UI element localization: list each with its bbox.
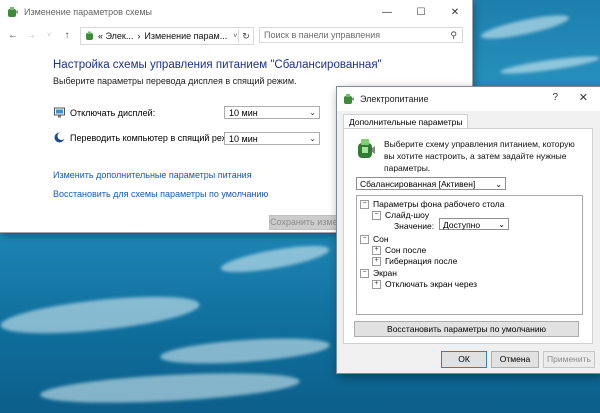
help-button[interactable]: ? <box>552 92 558 103</box>
slideshow-value-select[interactable]: Доступно ⌄ <box>439 218 509 230</box>
back-arrow-icon[interactable]: ← <box>6 30 20 41</box>
close-button[interactable]: ✕ <box>579 91 588 104</box>
wave-foam <box>0 289 202 341</box>
chevron-down-icon: ⌄ <box>495 180 502 189</box>
collapse-icon[interactable]: − <box>360 234 369 244</box>
sleep-value: 10 мин <box>229 133 258 144</box>
expand-icon[interactable]: + <box>372 279 381 289</box>
tree-node-screen[interactable]: − Экран <box>360 268 397 278</box>
save-button[interactable]: Сохранить изменения <box>269 215 342 230</box>
collapse-icon[interactable]: − <box>372 210 381 220</box>
power-options-icon <box>86 31 93 40</box>
dialog-title: Электропитание <box>360 94 429 104</box>
chevron-down-icon: ⌄ <box>309 108 316 117</box>
tab-advanced-settings[interactable]: Дополнительные параметры <box>343 114 469 129</box>
wave-foam <box>219 240 331 278</box>
wave-foam <box>479 10 571 44</box>
monitor-icon <box>54 107 65 118</box>
search-placeholder: Поиск в панели управления <box>264 30 381 40</box>
wave-foam <box>39 368 301 408</box>
expand-icon[interactable]: + <box>372 256 381 266</box>
tree-label: Сон после <box>385 245 427 255</box>
title-bar: Изменение параметров схемы — ☐ ✕ <box>0 0 472 24</box>
moon-sleep-icon <box>54 132 65 143</box>
up-arrow-icon[interactable]: ↑ <box>60 30 74 41</box>
power-options-icon <box>344 94 354 104</box>
wave-foam <box>159 334 331 368</box>
tree-node-hibernate-after[interactable]: + Гибернация после <box>372 256 457 266</box>
refresh-icon[interactable]: ↻ <box>238 29 253 43</box>
advanced-settings-link[interactable]: Изменить дополнительные параметры питани… <box>53 170 252 180</box>
tree-node-slideshow[interactable]: − Слайд-шоу <box>372 210 429 220</box>
breadcrumb-current[interactable]: Изменение парам... <box>144 31 227 41</box>
window-title: Изменение параметров схемы <box>24 7 153 17</box>
tree-label: Слайд-шоу <box>385 210 430 220</box>
display-off-value: 10 мин <box>229 107 258 118</box>
tab-panel: Выберите схему управления питанием, кото… <box>343 128 593 344</box>
wave-foam <box>499 53 600 77</box>
scheme-value: Сбалансированная [Активен] <box>360 179 476 189</box>
tree-label: Экран <box>373 268 397 278</box>
dialog-title-bar: Электропитание ? ✕ <box>337 87 600 111</box>
dialog-intro-text: Выберите схему управления питанием, кото… <box>384 139 575 173</box>
restore-defaults-link[interactable]: Восстановить для схемы параметры по умол… <box>53 189 268 199</box>
tree-node-screen-off-after[interactable]: + Отключать экран через <box>372 279 477 289</box>
maximize-button[interactable]: ☐ <box>404 0 438 24</box>
breadcrumb-parent[interactable]: « Элек... <box>98 31 133 41</box>
sleep-label: Переводить компьютер в спящий режим: <box>70 132 242 143</box>
tree-node-sleep-after[interactable]: + Сон после <box>372 245 426 255</box>
ok-button[interactable]: ОК <box>441 351 487 368</box>
breadcrumb-separator: › <box>137 31 141 41</box>
tree-node-desktop-bg[interactable]: − Параметры фона рабочего стола <box>360 199 504 209</box>
page-subtitle: Выберите параметры перевода дисплея в сп… <box>53 76 297 86</box>
collapse-icon[interactable]: − <box>360 268 369 278</box>
apply-button[interactable]: Применить <box>543 351 595 368</box>
chevron-down-icon: ⌄ <box>498 220 505 229</box>
restore-defaults-button[interactable]: Восстановить параметры по умолчанию <box>354 321 579 337</box>
power-options-dialog: Электропитание ? ✕ Дополнительные параме… <box>337 87 600 373</box>
expand-icon[interactable]: + <box>372 245 381 255</box>
recent-dropdown-icon[interactable]: ˅ <box>42 32 56 39</box>
forward-arrow-icon[interactable]: → <box>24 30 38 41</box>
page-title: Настройка схемы управления питанием "Сба… <box>53 59 382 71</box>
scheme-select[interactable]: Сбалансированная [Активен] ⌄ <box>356 177 506 190</box>
power-options-icon <box>8 7 18 17</box>
collapse-icon[interactable]: − <box>360 199 369 209</box>
cancel-button[interactable]: Отмена <box>491 351 539 368</box>
tree-label: Параметры фона рабочего стола <box>373 199 505 209</box>
tree-value-label: Значение: <box>394 221 435 231</box>
address-dropdown-icon[interactable]: ˅ <box>233 33 237 40</box>
battery-plug-icon <box>358 139 375 158</box>
address-bar[interactable]: « Элек... › Изменение парам... ˅ ↻ <box>80 27 254 45</box>
display-off-row: Отключать дисплей: <box>54 107 155 118</box>
tree-label: Отключать экран через <box>385 279 478 289</box>
tree-node-sleep[interactable]: − Сон <box>360 234 389 244</box>
tree-label: Сон <box>373 234 389 244</box>
display-off-label: Отключать дисплей: <box>70 107 156 118</box>
sleep-row: Переводить компьютер в спящий режим: <box>54 132 242 143</box>
slideshow-value: Доступно <box>443 220 481 230</box>
tree-label: Гибернация после <box>385 256 458 266</box>
sleep-select[interactable]: 10 мин ⌄ <box>224 132 320 145</box>
display-off-select[interactable]: 10 мин ⌄ <box>224 106 320 119</box>
settings-tree: − Параметры фона рабочего стола − Слайд-… <box>356 195 583 315</box>
minimize-button[interactable]: — <box>370 0 404 24</box>
search-input[interactable]: Поиск в панели управления ⚲ <box>259 27 463 43</box>
search-icon[interactable]: ⚲ <box>450 30 457 41</box>
close-button[interactable]: ✕ <box>438 0 472 24</box>
chevron-down-icon: ⌄ <box>309 134 316 143</box>
